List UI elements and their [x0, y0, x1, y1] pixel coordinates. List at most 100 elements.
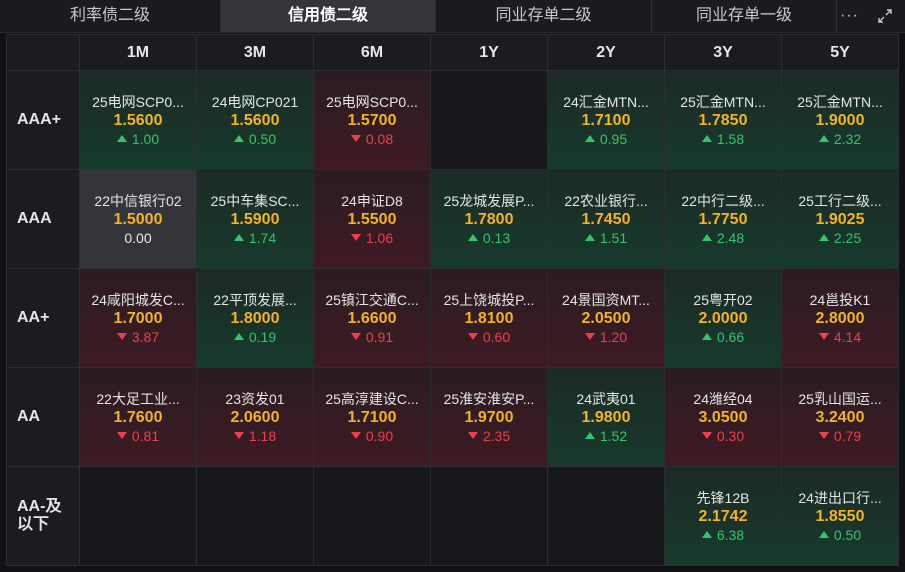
bond-name: 25中车集SC...	[210, 192, 300, 209]
bond-cell[interactable]: 24进出口行... 1.8550 0.50	[782, 467, 898, 565]
bond-cell[interactable]: 25乳山国运... 3.2400 0.79	[782, 368, 898, 466]
rating-header-3: AA	[7, 368, 79, 466]
arrow-up-icon	[701, 531, 712, 538]
bond-cell[interactable]: 25汇金MTN... 1.7850 1.58	[665, 71, 781, 169]
bond-change: 0.08	[350, 130, 393, 148]
bond-cell[interactable]: 22中信银行02 1.5000 0.00	[80, 170, 196, 268]
grid-cell-empty	[314, 467, 430, 565]
arrow-up-icon	[701, 135, 712, 142]
bond-change: 1.74	[233, 229, 276, 247]
arrow-up-icon	[233, 333, 244, 340]
bond-change-value: 1.51	[599, 229, 628, 246]
bond-name: 24汇金MTN...	[563, 93, 649, 110]
bond-yield: 1.7100	[581, 111, 631, 129]
bond-change: 0.81	[116, 427, 159, 445]
arrow-down-icon	[116, 333, 127, 340]
bond-name: 22中行二级...	[681, 192, 765, 209]
bond-cell[interactable]: 25工行二级... 1.9025 2.25	[782, 170, 898, 268]
bond-change-value: 3.87	[131, 328, 160, 345]
bond-name: 24电网CP021	[211, 93, 299, 110]
bond-cell[interactable]: 25龙城发展P... 1.7800 0.13	[431, 170, 547, 268]
arrow-up-icon	[818, 135, 829, 142]
bond-change-value: 0.00	[124, 229, 152, 246]
bond-yield: 1.7600	[113, 408, 163, 426]
bond-name: 25电网SCP0...	[92, 93, 184, 110]
bond-cell[interactable]: 24电网CP021 1.5600 0.50	[197, 71, 313, 169]
rating-header-0: AAA+	[7, 71, 79, 169]
tab-credit-secondary[interactable]: 信用债二级	[221, 0, 436, 32]
more-icon[interactable]: ···	[840, 7, 859, 25]
bond-cell[interactable]: 25电网SCP0... 1.5600 1.00	[80, 71, 196, 169]
bond-cell[interactable]: 25电网SCP0... 1.5700 0.08	[314, 71, 430, 169]
bond-yield: 1.7750	[698, 210, 748, 228]
bond-yield: 1.7450	[581, 210, 631, 228]
bond-change: 1.51	[584, 229, 628, 247]
bond-name: 24邕投K1	[809, 291, 871, 308]
bond-cell[interactable]: 25粤开02 2.0000 0.66	[665, 269, 781, 367]
bond-cell[interactable]: 24邕投K1 2.8000 4.14	[782, 269, 898, 367]
bond-change-value: 0.79	[833, 427, 862, 444]
expand-icon[interactable]	[877, 8, 893, 24]
bond-change-value: 0.66	[716, 328, 745, 345]
bond-change-value: 1.58	[716, 130, 745, 147]
grid-cell-empty	[431, 467, 547, 565]
bond-yield: 1.5000	[113, 210, 163, 228]
bond-change: 4.14	[818, 328, 861, 346]
arrow-down-icon	[350, 432, 361, 439]
arrow-up-icon	[584, 135, 595, 142]
tenor-header-5y: 5Y	[782, 35, 898, 70]
bond-change: 1.58	[701, 130, 745, 148]
rating-header-1: AAA	[7, 170, 79, 268]
bond-yield: 1.7000	[113, 309, 163, 327]
arrow-down-icon	[467, 333, 478, 340]
bond-cell[interactable]: 24潍经04 3.0500 0.30	[665, 368, 781, 466]
bond-change-value: 1.06	[365, 229, 394, 246]
arrow-down-icon	[350, 234, 361, 241]
bond-cell[interactable]: 24武夷01 1.9800 1.52	[548, 368, 664, 466]
bond-cell[interactable]: 25中车集SC... 1.5900 1.74	[197, 170, 313, 268]
bond-yield: 1.9000	[815, 111, 865, 129]
tab-ncd-primary[interactable]: 同业存单一级	[652, 0, 837, 32]
bond-change-value: 0.19	[248, 328, 277, 345]
bond-yield: 2.8000	[815, 309, 865, 327]
bond-cell[interactable]: 24汇金MTN... 1.7100 0.95	[548, 71, 664, 169]
tab-rates-secondary[interactable]: 利率债二级	[0, 0, 221, 32]
bond-cell[interactable]: 22平顶发展... 1.8000 0.19	[197, 269, 313, 367]
bond-cell[interactable]: 先锋12B 2.1742 6.38	[665, 467, 781, 565]
bond-change-value: 2.32	[833, 130, 862, 147]
bond-cell[interactable]: 24申证D8 1.5500 1.06	[314, 170, 430, 268]
arrow-down-icon	[467, 432, 478, 439]
bond-cell[interactable]: 25淮安淮安P... 1.9700 2.35	[431, 368, 547, 466]
bond-cell[interactable]: 22中行二级... 1.7750 2.48	[665, 170, 781, 268]
bond-cell[interactable]: 24景国资MT... 2.0500 1.20	[548, 269, 664, 367]
bond-cell[interactable]: 25高淳建设C... 1.7100 0.90	[314, 368, 430, 466]
bond-change: 2.35	[467, 427, 510, 445]
bond-yield: 3.0500	[698, 408, 748, 426]
bond-change-value: 0.30	[716, 427, 745, 444]
tab-ncd-secondary[interactable]: 同业存单二级	[436, 0, 652, 32]
bond-yield: 1.6600	[347, 309, 397, 327]
bond-cell[interactable]: 23资发01 2.0600 1.18	[197, 368, 313, 466]
bond-cell[interactable]: 24咸阳城发C... 1.7000 3.87	[80, 269, 196, 367]
arrow-up-icon	[116, 135, 127, 142]
bond-name: 22农业银行...	[564, 192, 648, 209]
bond-change: 0.90	[350, 427, 393, 445]
arrow-down-icon	[584, 333, 595, 340]
bond-yield: 1.8550	[815, 507, 865, 525]
bond-yield: 1.5500	[347, 210, 397, 228]
bond-cell[interactable]: 25上饶城投P... 1.8100 0.60	[431, 269, 547, 367]
bond-change: 2.48	[701, 229, 744, 247]
bond-cell[interactable]: 22农业银行... 1.7450 1.51	[548, 170, 664, 268]
bond-change: 0.00	[124, 229, 151, 247]
bond-change: 2.25	[818, 229, 861, 247]
bond-cell[interactable]: 25镇江交通C... 1.6600 0.91	[314, 269, 430, 367]
bond-yield: 1.9025	[815, 210, 865, 228]
rating-header-4: AA-及 以下	[7, 467, 79, 565]
bond-cell[interactable]: 25汇金MTN... 1.9000 2.32	[782, 71, 898, 169]
arrow-down-icon	[116, 432, 127, 439]
bond-cell[interactable]: 22大足工业... 1.7600 0.81	[80, 368, 196, 466]
bond-name: 25乳山国运...	[798, 390, 882, 407]
bond-name: 25汇金MTN...	[680, 93, 766, 110]
bond-yield: 1.8000	[230, 309, 280, 327]
arrow-down-icon	[350, 135, 361, 142]
